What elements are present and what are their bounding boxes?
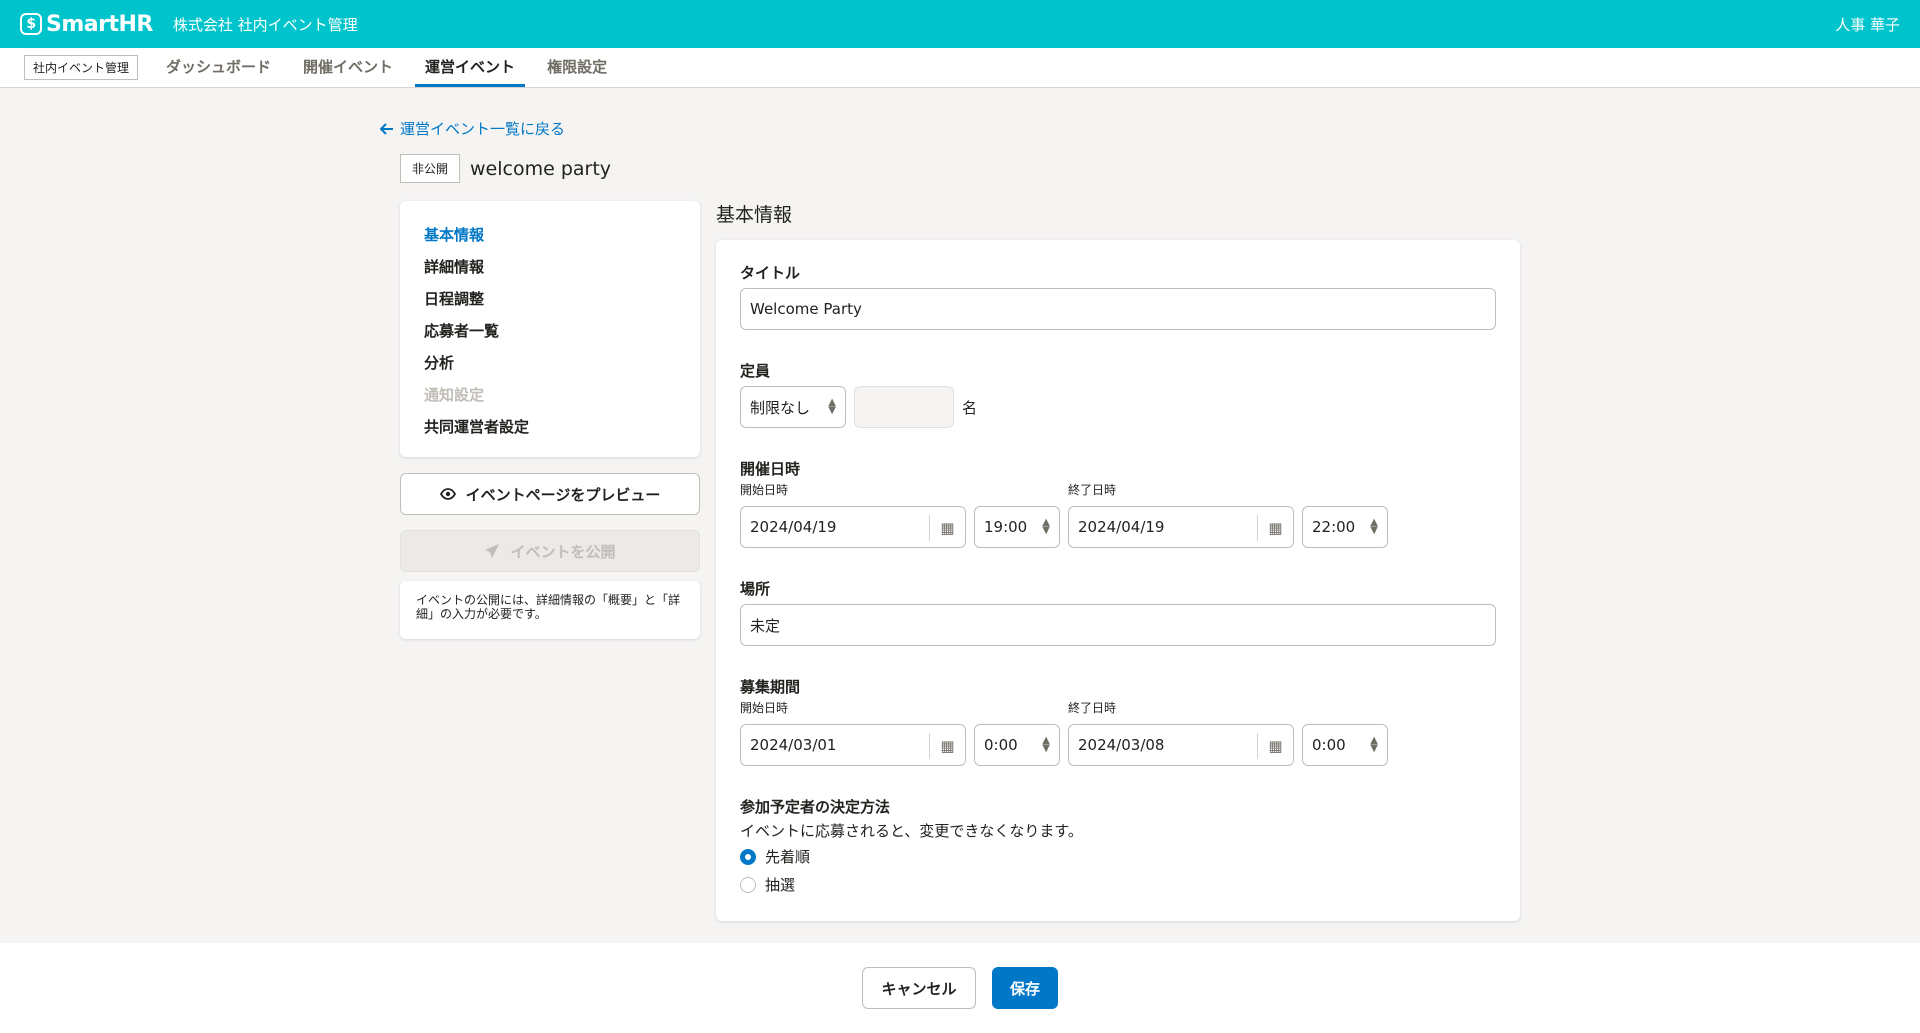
recruitment-start-time-value: 0:00 <box>984 736 1018 754</box>
event-title-row: 非公開 welcome party <box>400 154 611 183</box>
event-start-label: 開始日時 <box>740 483 789 497</box>
calendar-icon[interactable]: ▦ <box>929 733 965 759</box>
eye-icon <box>439 488 456 500</box>
cancel-button[interactable]: キャンセル <box>862 967 976 1009</box>
select-arrows-icon: ▲ ▼ <box>1370 735 1378 754</box>
calendar-icon[interactable]: ▦ <box>929 515 965 541</box>
location-label: 場所 <box>740 580 771 598</box>
section-menu: 基本情報 詳細情報 日程調整 応募者一覧 分析 通知設定 共同運営者設定 <box>400 201 700 457</box>
location-input[interactable]: 未定 <box>740 604 1496 646</box>
radio-first-come[interactable]: 先着順 <box>740 846 810 867</box>
recruitment-end-date-input[interactable]: 2024/03/08 ▦ <box>1068 724 1294 766</box>
sidebar-item-notifications: 通知設定 <box>424 386 485 404</box>
sidebar-item-details[interactable]: 詳細情報 <box>424 251 676 283</box>
recruitment-end-time-select[interactable]: 0:00 ▲ ▼ <box>1302 724 1388 766</box>
recruitment-start-date-input[interactable]: 2024/03/01 ▦ <box>740 724 966 766</box>
publish-button-label: イベントを公開 <box>510 542 616 561</box>
sidebar-item-co-organizers[interactable]: 共同運営者設定 <box>424 411 676 443</box>
arrow-left-icon <box>380 122 393 135</box>
title-input[interactable]: Welcome Party <box>740 288 1496 330</box>
event-start-date-value: 2024/04/19 <box>750 518 837 536</box>
basic-info-form: タイトル Welcome Party 定員 制限なし ▲ ▼ 名 開催日時 開始日… <box>716 240 1520 921</box>
sidebar-item-schedule[interactable]: 日程調整 <box>424 283 676 315</box>
app-header: $ SmartHR 株式会社 社内イベント管理 人事 華子 <box>0 0 1920 48</box>
recruitment-start-label: 開始日時 <box>740 701 789 715</box>
publish-event-button: イベントを公開 <box>400 530 700 572</box>
event-end-time-value: 22:00 <box>1312 518 1356 536</box>
smarthr-logo-icon: $ <box>20 13 42 35</box>
selection-method-description: イベントに応募されると、変更できなくなります。 <box>740 822 1083 840</box>
sidebar-item-basic-info[interactable]: 基本情報 <box>424 219 676 251</box>
event-start-date-input[interactable]: 2024/04/19 ▦ <box>740 506 966 548</box>
radio-lottery-label: 抽選 <box>765 876 796 894</box>
smarthr-logo[interactable]: $ SmartHR <box>20 12 153 37</box>
app-nav: 社内イベント管理 ダッシュボード 開催イベント 運営イベント 権限設定 <box>0 48 1920 88</box>
publish-requirement-note: イベントの公開には、詳細情報の「概要」と「詳細」の入力が必要です。 <box>400 581 700 639</box>
recruitment-start-time-select[interactable]: 0:00 ▲ ▼ <box>974 724 1060 766</box>
recruitment-end-label: 終了日時 <box>1068 701 1117 715</box>
location-input-value: 未定 <box>750 616 781 635</box>
calendar-icon[interactable]: ▦ <box>1257 515 1293 541</box>
capacity-select-value: 制限なし <box>750 398 811 417</box>
page-title: welcome party <box>470 157 612 180</box>
radio-button[interactable] <box>740 876 756 893</box>
title-input-value: Welcome Party <box>750 300 862 318</box>
back-link-label: 運営イベント一覧に戻る <box>400 120 566 138</box>
tab-held-events[interactable]: 開催イベント <box>293 48 403 87</box>
event-end-date-input[interactable]: 2024/04/19 ▦ <box>1068 506 1294 548</box>
select-arrows-icon: ▲ ▼ <box>1042 517 1050 536</box>
event-start-time-value: 19:00 <box>984 518 1028 536</box>
preview-button-label: イベントページをプレビュー <box>465 485 661 504</box>
title-label: タイトル <box>740 264 801 282</box>
event-end-date-value: 2024/04/19 <box>1078 518 1165 536</box>
user-menu[interactable]: 人事 華子 <box>1835 14 1900 35</box>
app-name-tag: 社内イベント管理 <box>24 55 139 80</box>
company-name: 株式会社 社内イベント管理 <box>172 15 358 34</box>
status-badge: 非公開 <box>400 154 461 183</box>
event-start-time-select[interactable]: 19:00 ▲ ▼ <box>974 506 1060 548</box>
capacity-limit-select[interactable]: 制限なし ▲ ▼ <box>740 386 846 428</box>
capacity-label: 定員 <box>740 362 771 380</box>
select-arrows-icon: ▲ ▼ <box>828 397 836 416</box>
event-end-label: 終了日時 <box>1068 483 1117 497</box>
capacity-unit: 名 <box>962 399 978 417</box>
recruitment-period-label: 募集期間 <box>740 678 801 696</box>
preview-event-button[interactable]: イベントページをプレビュー <box>400 473 700 515</box>
sidebar-item-applicants[interactable]: 応募者一覧 <box>424 315 676 347</box>
save-button[interactable]: 保存 <box>992 967 1058 1009</box>
recruitment-end-time-value: 0:00 <box>1312 736 1346 754</box>
paper-plane-icon <box>485 544 500 558</box>
event-datetime-label: 開催日時 <box>740 460 801 478</box>
selection-method-label: 参加予定者の決定方法 <box>740 798 891 816</box>
section-title: 基本情報 <box>716 204 793 226</box>
radio-first-come-label: 先着順 <box>765 848 811 866</box>
capacity-number-input <box>854 386 954 428</box>
calendar-icon[interactable]: ▦ <box>1257 733 1293 759</box>
select-arrows-icon: ▲ ▼ <box>1370 517 1378 536</box>
recruitment-end-date-value: 2024/03/08 <box>1078 736 1165 754</box>
tab-dashboard[interactable]: ダッシュボード <box>156 48 281 87</box>
radio-lottery[interactable]: 抽選 <box>740 874 795 895</box>
sidebar-item-analytics[interactable]: 分析 <box>424 347 676 379</box>
tab-managed-events[interactable]: 運営イベント <box>415 48 526 87</box>
select-arrows-icon: ▲ ▼ <box>1042 735 1050 754</box>
back-to-list-link[interactable]: 運営イベント一覧に戻る <box>380 118 565 139</box>
event-end-time-select[interactable]: 22:00 ▲ ▼ <box>1302 506 1388 548</box>
recruitment-start-date-value: 2024/03/01 <box>750 736 837 754</box>
radio-button-checked[interactable] <box>740 848 756 865</box>
tab-permissions[interactable]: 権限設定 <box>537 48 617 87</box>
logo-text: SmartHR <box>46 11 153 37</box>
